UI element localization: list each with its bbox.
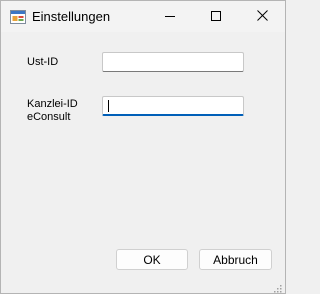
kanzlei-id-label-line1: Kanzlei-ID: [27, 98, 78, 110]
ok-button[interactable]: OK: [116, 249, 188, 270]
settings-dialog: Einstellungen Ust-ID Kanzlei-ID eConsult…: [0, 0, 286, 294]
kanzlei-id-input[interactable]: [102, 96, 244, 116]
cancel-button[interactable]: Abbruch: [199, 249, 272, 270]
form-window-icon[interactable]: [10, 9, 26, 25]
window-title: Einstellungen: [32, 9, 111, 24]
maximize-icon: [211, 8, 221, 26]
minimize-button[interactable]: [147, 1, 193, 32]
close-button[interactable]: [239, 1, 285, 32]
text-caret: [108, 100, 109, 112]
kanzlei-id-label-line2: eConsult: [27, 111, 71, 123]
kanzlei-id-label: Kanzlei-ID eConsult: [27, 98, 78, 124]
resize-grip-icon[interactable]: [272, 280, 282, 293]
close-icon: [256, 8, 268, 26]
ust-id-input[interactable]: [102, 52, 244, 72]
ust-id-label: Ust-ID: [27, 56, 59, 68]
title-bar[interactable]: Einstellungen: [1, 1, 285, 32]
maximize-button[interactable]: [193, 1, 239, 32]
minimize-icon: [165, 8, 175, 26]
